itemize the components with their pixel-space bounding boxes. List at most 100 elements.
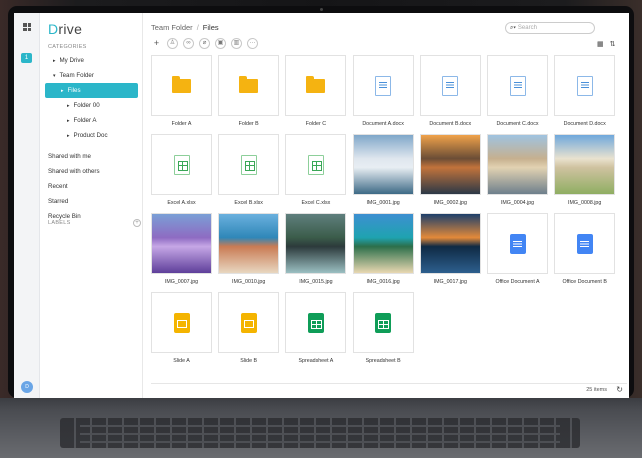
file-card[interactable]: Folder A (151, 55, 212, 127)
file-thumbnail[interactable] (487, 55, 548, 116)
file-card[interactable]: Office Document A (487, 213, 548, 285)
sidebar: Drive CATEGORIES ▸ My Drive ▾ Team Folder ▸ F… (40, 13, 143, 398)
file-thumbnail[interactable] (218, 134, 280, 195)
file-card[interactable]: Excel B.xlsx (218, 134, 280, 206)
file-thumbnail[interactable] (419, 55, 481, 116)
sidebar-item-folder-a[interactable]: ▸ Folder A (45, 113, 138, 128)
add-user-icon[interactable]: ♙ (167, 38, 178, 49)
file-thumbnail[interactable] (554, 134, 616, 195)
sidebar-item-label: Shared with me (48, 153, 91, 160)
chevron-right-icon[interactable]: ▸ (61, 88, 64, 94)
breadcrumb-files: Files (202, 23, 219, 32)
breadcrumb: Team Folder / Files (151, 23, 219, 32)
sort-icon[interactable]: ⇅ (610, 40, 616, 48)
file-thumbnail[interactable] (419, 213, 481, 274)
refresh-icon[interactable]: ↻ (616, 385, 623, 394)
file-card[interactable]: IMG_0016.jpg (352, 213, 414, 285)
file-thumbnail[interactable] (352, 55, 414, 116)
file-card[interactable]: IMG_0010.jpg (218, 213, 280, 285)
file-name: IMG_0008.jpg (568, 200, 602, 206)
file-thumbnail[interactable] (554, 213, 616, 274)
file-thumbnail[interactable] (218, 292, 280, 353)
google-slide-icon (173, 312, 190, 333)
file-card[interactable]: Slide A (151, 292, 212, 364)
file-thumbnail[interactable] (151, 134, 212, 195)
file-card[interactable]: Folder C (285, 55, 347, 127)
app-rail: 1 D (14, 13, 40, 398)
file-thumbnail[interactable] (352, 213, 414, 274)
file-thumbnail[interactable] (218, 213, 280, 274)
file-thumbnail[interactable] (285, 292, 347, 353)
file-thumbnail[interactable] (151, 213, 212, 274)
file-card[interactable]: Document A.docx (352, 55, 414, 127)
file-card[interactable]: Excel C.xlsx (285, 134, 347, 206)
chevron-right-icon[interactable]: ▸ (53, 58, 56, 64)
file-card[interactable]: IMG_0004.jpg (487, 134, 548, 206)
sidebar-item-shared-with-others[interactable]: Shared with others (45, 164, 138, 179)
file-card[interactable]: Spreadsheet B (352, 292, 414, 364)
file-card[interactable]: Excel A.xlsx (151, 134, 212, 206)
file-thumbnail[interactable] (285, 134, 347, 195)
file-card[interactable]: IMG_0002.jpg (419, 134, 481, 206)
file-thumbnail[interactable] (151, 55, 212, 116)
photo-thumbnail (353, 135, 413, 194)
file-thumbnail[interactable] (285, 55, 347, 116)
file-card[interactable]: IMG_0015.jpg (285, 213, 347, 285)
file-name: Folder B (238, 121, 259, 127)
sidebar-item-files[interactable]: ▸ Files (45, 83, 138, 98)
file-thumbnail[interactable] (487, 213, 548, 274)
file-name: Spreadsheet A (298, 358, 334, 364)
file-card[interactable]: Office Document B (554, 213, 616, 285)
apps-grid-icon[interactable] (23, 23, 31, 31)
file-thumbnail[interactable] (419, 134, 481, 195)
file-card[interactable]: Slide B (218, 292, 280, 364)
file-card[interactable]: IMG_0007.jpg (151, 213, 212, 285)
file-thumbnail[interactable] (352, 292, 414, 353)
sidebar-item-starred[interactable]: Starred (45, 194, 138, 209)
app-logo: Drive (48, 21, 83, 37)
excel-icon (173, 154, 190, 175)
file-thumbnail[interactable] (218, 55, 280, 116)
file-thumbnail[interactable] (151, 292, 212, 353)
file-card[interactable]: Document D.docx (554, 55, 616, 127)
status-bar: 25 items ↻ (151, 383, 627, 395)
file-thumbnail[interactable] (352, 134, 414, 195)
chevron-right-icon[interactable]: ▸ (67, 118, 70, 124)
search-input[interactable]: ⌕▾ Search (505, 22, 595, 34)
file-card[interactable]: IMG_0001.jpg (352, 134, 414, 206)
file-thumbnail[interactable] (554, 55, 616, 116)
chevron-right-icon[interactable]: ▸ (67, 103, 70, 109)
sidebar-item-product-doc[interactable]: ▸ Product Doc (45, 128, 138, 143)
attach-icon[interactable]: ⌀ (199, 38, 210, 49)
sidebar-item-my-drive[interactable]: ▸ My Drive (45, 53, 138, 68)
delete-icon[interactable]: ▥ (231, 38, 242, 49)
view-switcher: ▦ ⇅ (597, 40, 616, 48)
copy-icon[interactable]: ▣ (215, 38, 226, 49)
sidebar-item-recent[interactable]: Recent (45, 179, 138, 194)
grid-view-icon[interactable]: ▦ (597, 40, 604, 48)
file-card[interactable]: Document B.docx (419, 55, 481, 127)
avatar[interactable]: D (21, 381, 33, 393)
file-thumbnail[interactable] (285, 213, 347, 274)
chevron-right-icon[interactable]: ▸ (67, 133, 70, 139)
file-thumbnail[interactable] (487, 134, 548, 195)
file-card[interactable]: IMG_0017.jpg (419, 213, 481, 285)
breadcrumb-team-folder[interactable]: Team Folder (151, 23, 193, 32)
more-icon[interactable]: ··· (247, 38, 258, 49)
link-icon[interactable]: ∞ (183, 38, 194, 49)
file-name: IMG_0007.jpg (164, 279, 199, 285)
chevron-down-icon[interactable]: ▾ (53, 73, 56, 79)
add-icon[interactable]: + (151, 38, 162, 49)
sidebar-item-label: Team Folder (59, 72, 94, 79)
sidebar-item-shared-with-me[interactable]: Shared with me (45, 149, 138, 164)
sidebar-item-team-folder[interactable]: ▾ Team Folder (45, 68, 138, 83)
excel-icon (240, 154, 257, 175)
file-card[interactable]: IMG_0008.jpg (554, 134, 616, 206)
file-card[interactable]: Spreadsheet A (285, 292, 347, 364)
notification-badge[interactable]: 1 (21, 53, 32, 63)
file-card[interactable]: Folder B (218, 55, 280, 127)
sidebar-item-folder-00[interactable]: ▸ Folder 00 (45, 98, 138, 113)
add-label-button[interactable]: + (133, 219, 141, 227)
search-icon[interactable]: ⌕▾ (510, 25, 516, 31)
file-card[interactable]: Document C.docx (487, 55, 548, 127)
